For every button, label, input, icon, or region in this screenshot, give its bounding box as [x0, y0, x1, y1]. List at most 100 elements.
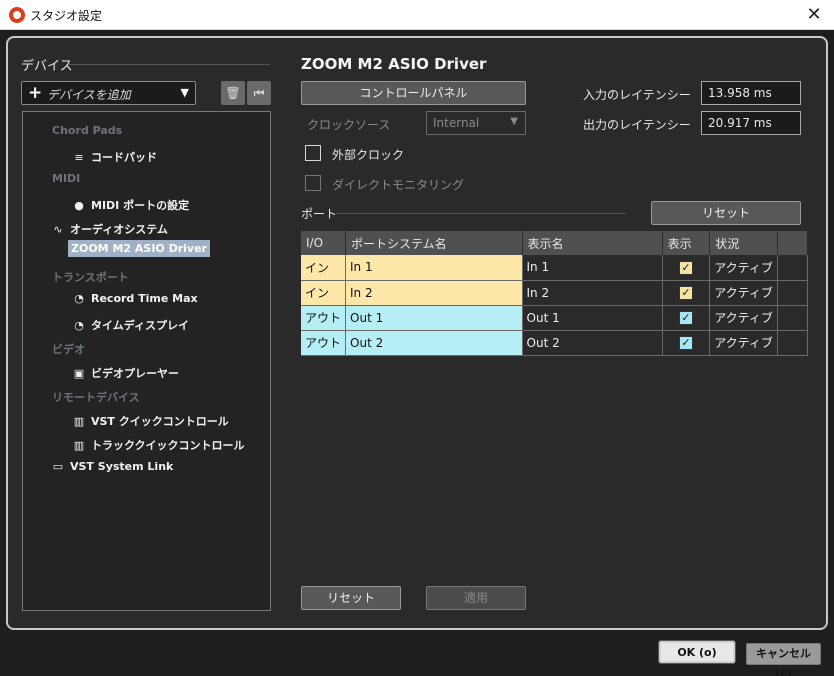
keyboard-icon: ▥	[73, 415, 85, 428]
midi-plug-icon: ●	[74, 199, 84, 212]
external-clock-checkbox[interactable]	[305, 145, 321, 161]
clock-source-value: Internal	[433, 116, 480, 130]
port-extra	[777, 255, 809, 281]
table-row[interactable]: アウト Out 1 Out 1 ✓ アクティブ	[301, 305, 809, 331]
table-row[interactable]: イン In 2 In 2 ✓ アクティブ	[301, 280, 809, 306]
output-latency-field: 20.917 ms	[701, 111, 801, 135]
tree-category-remote-devices[interactable]: リモートデバイス	[52, 389, 140, 405]
cancel-button[interactable]: キャンセル (c)	[746, 643, 821, 676]
port-io: イン	[301, 280, 347, 306]
port-display-name[interactable]: In 1	[522, 255, 663, 281]
reset-device-button[interactable]: ⏮	[247, 81, 271, 105]
port-display-name[interactable]: Out 2	[522, 330, 663, 356]
column-header-extra	[777, 231, 809, 255]
direct-monitoring-checkbox[interactable]	[305, 175, 321, 191]
ports-divider	[336, 213, 626, 214]
clock-icon: ◔	[74, 292, 84, 305]
tree-category-transport[interactable]: トランスポート	[52, 269, 129, 285]
chevron-down-icon: ▼	[180, 86, 189, 99]
port-show-cell: ✓	[662, 255, 711, 281]
port-show-checkbox[interactable]: ✓	[678, 286, 693, 300]
port-status: アクティブ	[709, 255, 778, 281]
film-icon: ▣	[73, 367, 85, 380]
window-title: スタジオ設定	[30, 9, 103, 23]
port-show-checkbox[interactable]: ✓	[678, 311, 693, 325]
control-panel-button[interactable]: コントロールパネル	[301, 81, 526, 105]
title-bar: スタジオ設定 ✕	[0, 0, 834, 30]
table-row[interactable]: アウト Out 2 Out 2 ✓ アクティブ	[301, 330, 809, 356]
driver-title: ZOOM M2 ASIO Driver	[301, 55, 487, 73]
port-show-cell: ✓	[662, 280, 711, 306]
port-system-name: In 1	[345, 255, 523, 281]
port-system-name: Out 2	[345, 330, 523, 356]
tree-item-midi-port-setup[interactable]: ● MIDI ポートの設定	[71, 197, 189, 213]
tree-item-zoom-driver[interactable]: ZOOM M2 ASIO Driver	[68, 240, 210, 257]
clock-source-select[interactable]: Internal ▼	[426, 111, 526, 135]
port-extra	[777, 280, 809, 306]
monitor-icon: ▭	[52, 460, 64, 473]
port-display-name[interactable]: In 2	[522, 280, 663, 306]
tree-item-record-time-max[interactable]: ◔ Record Time Max	[71, 292, 197, 305]
output-latency-label: 出力のレイテンシー	[583, 118, 691, 132]
delete-device-button[interactable]: 🗑	[221, 81, 245, 105]
ok-button[interactable]: OK (o)	[658, 640, 736, 664]
input-latency-field: 13.958 ms	[701, 81, 801, 105]
ports-heading: ポート	[301, 207, 338, 221]
cubase-app-icon	[9, 7, 25, 23]
devices-heading: デバイス	[21, 59, 73, 74]
tree-category-video[interactable]: ビデオ	[52, 341, 85, 357]
port-show-cell: ✓	[662, 305, 711, 331]
column-header-system-name[interactable]: ポートシステム名	[345, 231, 523, 255]
add-device-label: デバイスを追加	[47, 88, 131, 102]
close-icon[interactable]: ✕	[794, 0, 834, 30]
port-extra	[777, 305, 809, 331]
chevron-down-icon: ▼	[510, 116, 518, 127]
reset-button[interactable]: リセット	[301, 586, 401, 610]
port-status: アクティブ	[709, 280, 778, 306]
tree-item-chord-pad[interactable]: ≡ コードパッド	[71, 149, 157, 165]
add-device-dropdown[interactable]: + デバイスを追加 ▼	[21, 81, 196, 105]
table-header: I/O ポートシステム名 表示名 表示 状況	[301, 231, 809, 255]
port-io: アウト	[301, 330, 347, 356]
port-show-checkbox[interactable]: ✓	[678, 336, 693, 350]
tree-category-chord-pads[interactable]: Chord Pads	[52, 124, 122, 137]
port-display-name[interactable]: Out 1	[522, 305, 663, 331]
ports-reset-button[interactable]: リセット	[651, 201, 801, 225]
external-clock-label: 外部クロック	[332, 148, 405, 162]
tree-item-vst-quick-controls[interactable]: ▥ VST クイックコントロール	[71, 413, 229, 429]
tree-item-vst-system-link[interactable]: ▭ VST System Link	[50, 460, 174, 473]
trash-icon: 🗑	[225, 86, 241, 100]
clock-icon: ◔	[74, 319, 84, 332]
ports-table: I/O ポートシステム名 表示名 表示 状況 イン In 1 In 1 ✓ アク…	[301, 231, 809, 356]
tree-item-track-quick-controls[interactable]: ▥ トラッククイックコントロール	[71, 437, 245, 453]
port-show-cell: ✓	[662, 330, 711, 356]
tree-item-audio-system[interactable]: ∿ オーディオシステム	[50, 221, 168, 237]
waveform-icon: ∿	[53, 223, 63, 236]
direct-monitoring-label: ダイレクトモニタリング	[332, 178, 465, 192]
port-system-name: Out 1	[345, 305, 523, 331]
keyboard-icon: ▥	[73, 439, 85, 452]
port-io: イン	[301, 255, 347, 281]
column-header-status[interactable]: 状況	[709, 231, 778, 255]
tree-category-midi[interactable]: MIDI	[52, 172, 80, 185]
plus-icon: +	[28, 83, 43, 103]
apply-button[interactable]: 適用	[426, 586, 526, 610]
device-tree	[22, 111, 271, 611]
port-system-name: In 2	[345, 280, 523, 306]
tree-item-video-player[interactable]: ▣ ビデオプレーヤー	[71, 365, 179, 381]
table-row[interactable]: イン In 1 In 1 ✓ アクティブ	[301, 255, 809, 281]
clock-source-label: クロックソース	[307, 118, 391, 132]
column-header-display-name[interactable]: 表示名	[522, 231, 663, 255]
tree-item-time-display[interactable]: ◔ タイムディスプレイ	[71, 317, 189, 333]
port-extra	[777, 330, 809, 356]
port-status: アクティブ	[709, 305, 778, 331]
devices-divider	[68, 64, 270, 65]
sliders-icon: ≡	[74, 151, 84, 164]
port-show-checkbox[interactable]: ✓	[678, 260, 693, 275]
input-latency-label: 入力のレイテンシー	[583, 88, 691, 102]
port-status: アクティブ	[709, 330, 778, 356]
column-header-io[interactable]: I/O	[301, 231, 347, 255]
port-io: アウト	[301, 305, 347, 331]
column-header-show[interactable]: 表示	[662, 231, 711, 255]
skip-back-icon: ⏮	[253, 86, 265, 100]
